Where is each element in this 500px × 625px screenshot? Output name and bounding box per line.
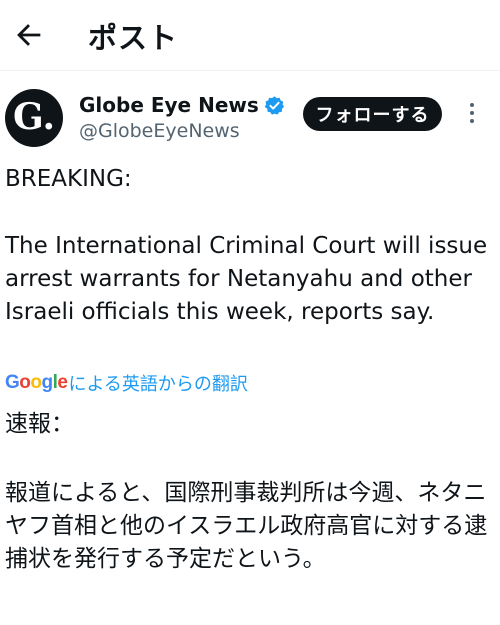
more-options-button[interactable]	[465, 101, 479, 127]
account-name[interactable]: Globe Eye News	[79, 93, 259, 117]
account-handle[interactable]: @GlobeEyeNews	[79, 120, 240, 142]
page-title: ポスト	[88, 21, 179, 55]
verified-badge-icon	[264, 95, 284, 115]
top-bar: ポスト	[0, 0, 500, 70]
account-name-row[interactable]: Globe Eye News	[79, 92, 285, 118]
translated-heading: 速報：	[5, 411, 74, 437]
header-divider	[0, 70, 500, 71]
post-heading: BREAKING:	[5, 166, 132, 192]
translated-body: 報道によると、国際刑事裁判所は今週、ネタニヤフ首相と他のイスラエル政府高官に対す…	[5, 480, 488, 572]
back-arrow-icon	[17, 24, 41, 46]
post-body: The International Criminal Court will is…	[5, 233, 488, 325]
follow-button[interactable]: フォローする	[303, 97, 442, 131]
translation-label[interactable]: による英語からの翻訳	[68, 370, 247, 396]
avatar-logo: G.	[13, 96, 55, 138]
translation-toggle[interactable]: Google による英語からの翻訳	[5, 371, 248, 395]
google-logo: Google	[5, 372, 68, 393]
more-dots-icon	[465, 103, 479, 123]
avatar[interactable]: G.	[5, 89, 63, 147]
back-button[interactable]	[12, 18, 46, 52]
